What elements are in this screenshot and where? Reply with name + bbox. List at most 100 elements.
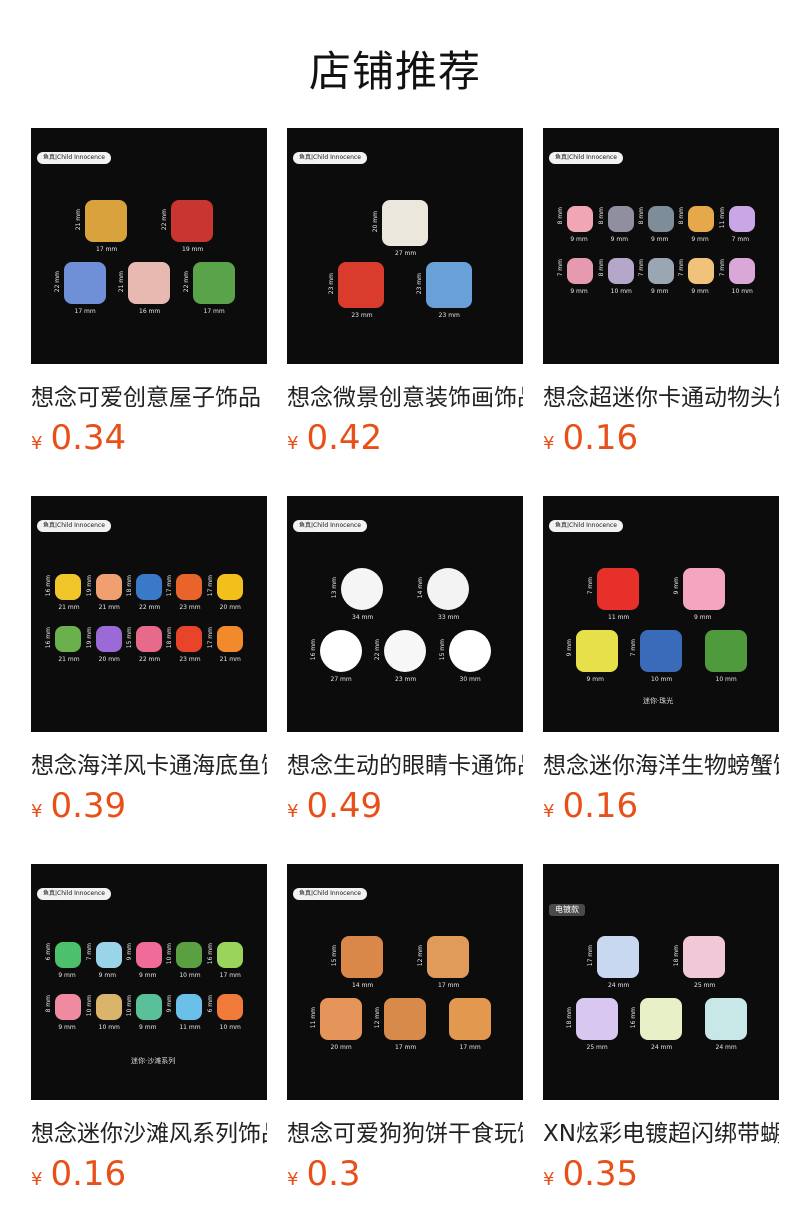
product-image[interactable]: 鱼真|Child Innocence 34 mm 13 mm 33 mm 14 mm 27…	[287, 496, 523, 732]
product-image[interactable]: 鱼真|Child Innocence 21 mm 16 mm 21 mm 19 mm 22…	[31, 496, 267, 732]
brand-badge: 鱼真|Child Innocence	[37, 520, 111, 532]
product-variant-image	[704, 998, 747, 1040]
price-value: 0.42	[306, 418, 383, 458]
size-label: 23 mm	[395, 676, 417, 683]
size-label: 21 mm	[98, 604, 120, 611]
product-variant-image	[216, 994, 243, 1020]
size-label: 9 mm	[691, 236, 709, 243]
height-label: 9 mm	[673, 577, 680, 595]
size-label: 10 mm	[179, 972, 201, 979]
size-label: 17 mm	[96, 246, 118, 253]
currency-symbol: ¥	[543, 801, 555, 822]
product-image[interactable]: 鱼真|Child Innocence 9 mm 6 mm 9 mm 7 mm 9 mm 9 …	[31, 864, 267, 1100]
product-name[interactable]: 想念可爱狗狗饼干食玩饰品	[287, 1114, 523, 1148]
height-label: 7 mm	[638, 259, 645, 277]
product-variant-image	[319, 630, 362, 672]
product-name[interactable]: 想念生动的眼睛卡通饰品	[287, 746, 523, 780]
product-variant-image	[216, 942, 243, 968]
size-label: 17 mm	[459, 1044, 481, 1051]
height-label: 10 mm	[126, 995, 133, 1017]
size-label: 21 mm	[219, 656, 241, 663]
size-label: 17 mm	[74, 308, 96, 315]
product-image[interactable]: 鱼真|Child Innocence 14 mm 15 mm 17 mm 12 mm 20…	[287, 864, 523, 1100]
product-image[interactable]: 鱼真|Child Innocence 11 mm 7 mm 9 mm 9 mm 9 mm 9…	[543, 496, 779, 732]
height-label: 15 mm	[126, 627, 133, 649]
product-variant-image	[382, 200, 428, 246]
height-label: 21 mm	[75, 209, 82, 231]
size-label: 9 mm	[651, 236, 669, 243]
size-label: 30 mm	[459, 676, 481, 683]
product-variant-image	[704, 630, 747, 672]
product-price: ¥0.16	[543, 786, 638, 826]
size-label: 27 mm	[330, 676, 352, 683]
size-label: 24 mm	[715, 1044, 737, 1051]
size-label: 7 mm	[731, 236, 750, 243]
height-label: 18 mm	[166, 627, 174, 649]
size-label: 24 mm	[651, 1044, 673, 1051]
size-label: 19 mm	[182, 246, 204, 253]
currency-symbol: ¥	[287, 801, 299, 822]
size-label: 9 mm	[58, 1024, 76, 1031]
product-name[interactable]: 想念迷你沙滩风系列饰品	[31, 1114, 267, 1148]
product-variant-image	[341, 568, 383, 610]
product-variant-image	[136, 994, 162, 1020]
product-image[interactable]: 鱼真|Child Innocence电镀款24 mm17 mm25 mm18 m…	[543, 864, 779, 1100]
size-label: 25 mm	[586, 1044, 608, 1051]
product-name[interactable]: 想念可爱创意屋子饰品	[31, 378, 267, 412]
product-variant-image	[567, 206, 594, 232]
height-label: 8 mm	[597, 259, 605, 277]
price-value: 0.35	[562, 1154, 639, 1194]
currency-symbol: ¥	[31, 1169, 43, 1190]
height-label: 17 mm	[166, 575, 174, 597]
product-variant-image	[192, 262, 235, 304]
product-image[interactable]: 鱼真|Child Innocence 27 mm 20 mm 23 mm 23 mm 23…	[287, 128, 523, 364]
price-value: 0.34	[50, 418, 127, 458]
height-label: 19 mm	[85, 575, 93, 597]
product-price: ¥0.39	[31, 786, 126, 826]
height-label: 17 mm	[206, 627, 214, 649]
height-label: 23 mm	[328, 273, 336, 295]
product-variant-image	[427, 936, 469, 978]
product-variant-image	[384, 630, 426, 672]
product-variant-image	[319, 998, 362, 1040]
product-name[interactable]: 想念微景创意装饰画饰品	[287, 378, 523, 412]
product-variant-image	[216, 626, 243, 652]
image-caption: 迷你·珠光	[643, 697, 674, 705]
size-label: 20 mm	[330, 1044, 352, 1051]
size-label: 21 mm	[58, 656, 80, 663]
size-label: 22 mm	[139, 604, 161, 611]
size-label: 33 mm	[438, 614, 460, 621]
height-label: 22 mm	[374, 639, 381, 661]
product-name[interactable]: XN炫彩电镀超闪绑带蝴蝶结	[543, 1114, 779, 1148]
size-label: 10 mm	[651, 676, 673, 683]
size-label: 23 mm	[438, 312, 460, 319]
product-variant-image	[640, 630, 682, 672]
product-image[interactable]: 鱼真|Child Innocence 9 mm 8 mm 9 mm 8 mm 9 mm 8 …	[543, 128, 779, 364]
height-label: 10 mm	[85, 995, 93, 1017]
product-variant-image	[128, 262, 170, 304]
height-label: 16 mm	[630, 1007, 637, 1029]
size-label: 9 mm	[139, 1024, 157, 1031]
product-name[interactable]: 想念超迷你卡通动物头饰品	[543, 378, 779, 412]
height-label: 7 mm	[678, 259, 686, 277]
product-variant-image	[95, 942, 122, 968]
image-caption: 迷你·沙滩系列	[131, 1057, 176, 1065]
height-label: 6 mm	[206, 995, 214, 1013]
size-label: 10 mm	[98, 1024, 120, 1031]
product-variant-image	[176, 994, 203, 1020]
size-label: 9 mm	[570, 236, 588, 243]
size-label: 25 mm	[694, 982, 716, 989]
product-image[interactable]: 鱼真|Child Innocence 17 mm 21 mm 19 mm 22 mm 17…	[31, 128, 267, 364]
product-variant-image	[575, 630, 618, 672]
product-variant-image	[341, 936, 383, 978]
height-label: 12 mm	[417, 945, 424, 967]
product-price: ¥0.49	[287, 786, 382, 826]
product-variant-image	[688, 258, 715, 284]
product-name[interactable]: 想念海洋风卡通海底鱼饰品	[31, 746, 267, 780]
currency-symbol: ¥	[543, 433, 555, 454]
height-label: 9 mm	[565, 639, 573, 657]
product-name[interactable]: 想念迷你海洋生物螃蟹饰品	[543, 746, 779, 780]
size-label: 10 mm	[219, 1024, 241, 1031]
height-label: 8 mm	[557, 207, 565, 225]
height-label: 7 mm	[85, 943, 93, 961]
